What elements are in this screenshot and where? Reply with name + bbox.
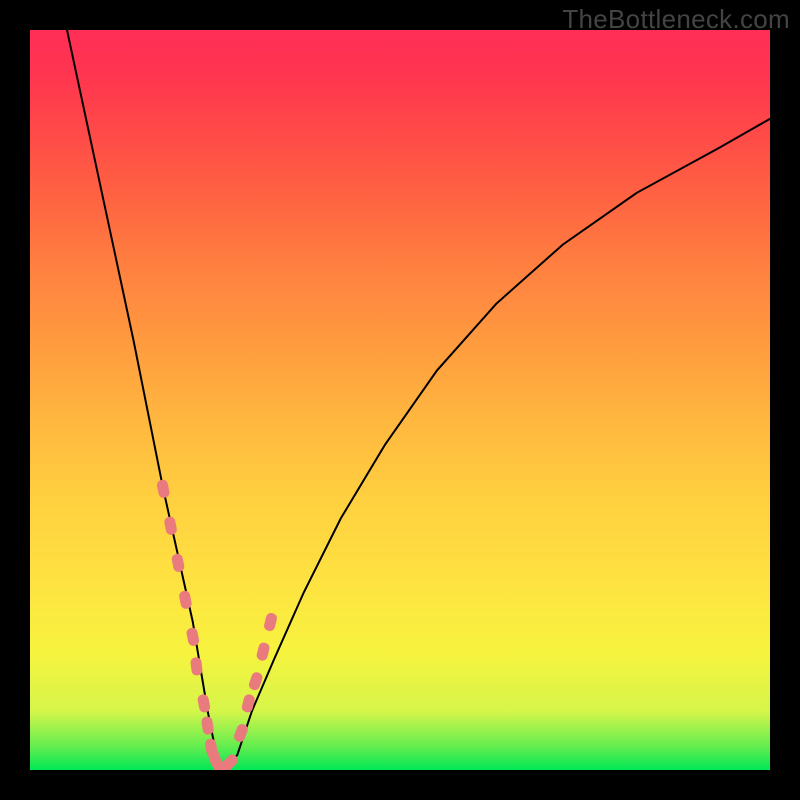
marker-point bbox=[201, 716, 215, 736]
marker-point bbox=[156, 479, 170, 499]
marker-point bbox=[256, 642, 271, 662]
marker-group bbox=[156, 479, 278, 770]
curve-svg bbox=[30, 30, 770, 770]
marker-point bbox=[186, 627, 200, 647]
marker-point bbox=[263, 612, 278, 632]
chart-frame: TheBottleneck.com bbox=[0, 0, 800, 800]
marker-point bbox=[190, 657, 203, 676]
bottleneck-curve bbox=[67, 30, 770, 770]
marker-point bbox=[241, 693, 256, 713]
marker-point bbox=[197, 693, 211, 713]
plot-area bbox=[30, 30, 770, 770]
marker-point bbox=[171, 553, 185, 573]
marker-point bbox=[163, 516, 177, 536]
marker-point bbox=[178, 590, 192, 610]
